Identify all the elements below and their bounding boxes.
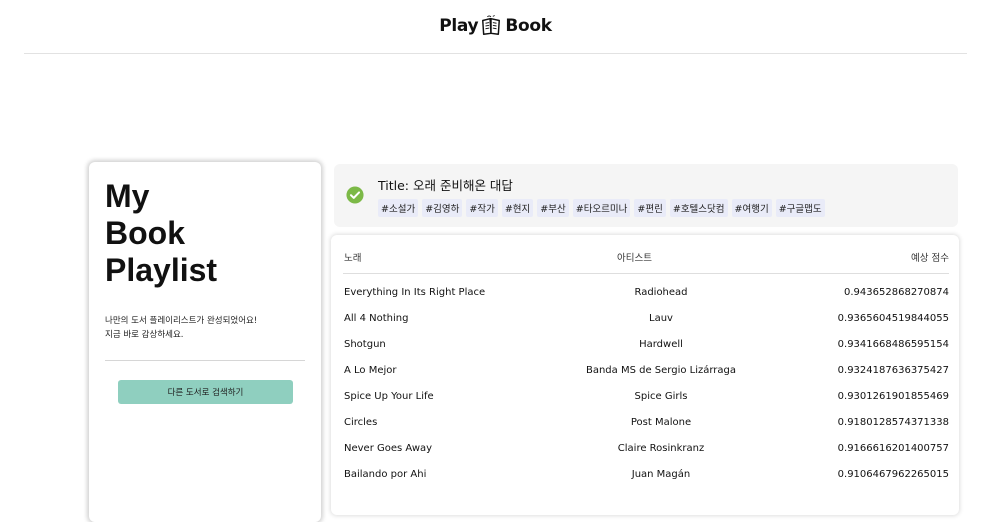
logo-text-book: Book <box>505 15 552 36</box>
tag: #타오르미나 <box>572 199 631 217</box>
score-cell: 0.9180128574371338 <box>837 417 949 428</box>
artist-cell: Radiohead <box>634 287 688 298</box>
tag: #김영하 <box>422 199 463 217</box>
playlist-summary-card: My Book Playlist 나만의 도서 플레이리스트가 완성되었어요! … <box>89 162 321 522</box>
tag: #작가 <box>466 199 498 217</box>
song-cell: Everything In Its Right Place <box>344 287 486 298</box>
tag: #호텔스닷컴 <box>669 199 728 217</box>
tag: #구글맵도 <box>775 199 825 217</box>
playlist-description: 나만의 도서 플레이리스트가 완성되었어요! 지금 바로 감상하세요. <box>105 316 258 340</box>
song-cell: Spice Up Your Life <box>344 391 434 402</box>
search-other-book-button[interactable]: 다른 도서로 검색하기 <box>118 380 293 404</box>
table-row[interactable]: All 4 Nothing Lauv 0.9365604519844055 <box>331 313 959 339</box>
score-cell: 0.9301261901855469 <box>837 391 949 402</box>
tag: #현지 <box>501 199 534 217</box>
score-cell: 0.9341668486595154 <box>837 339 949 350</box>
song-cell: Shotgun <box>344 339 386 350</box>
table-row[interactable]: Never Goes Away Claire Rosinkranz 0.9166… <box>331 443 959 469</box>
check-circle-icon <box>346 186 364 204</box>
tag: #여행기 <box>731 199 772 217</box>
logo-text-play: Play <box>439 15 479 36</box>
column-header-song: 노래 <box>344 253 362 264</box>
table-header-divider <box>343 273 949 274</box>
song-cell: A Lo Mejor <box>344 365 397 376</box>
score-cell: 0.9166616201400757 <box>837 443 949 454</box>
divider <box>105 360 305 361</box>
score-cell: 0.9106467962265015 <box>837 469 949 480</box>
artist-cell: Spice Girls <box>634 391 688 402</box>
score-cell: 0.943652868270874 <box>844 287 949 298</box>
table-row[interactable]: Bailando por Ahi Juan Magán 0.9106467962… <box>331 469 959 495</box>
site-header: Play Book <box>24 0 967 54</box>
score-cell: 0.9365604519844055 <box>837 313 949 324</box>
table-row[interactable]: Spice Up Your Life Spice Girls 0.9301261… <box>331 391 959 417</box>
book-title: Title: 오래 준비해온 대답 <box>378 178 513 193</box>
artist-cell: Claire Rosinkranz <box>617 443 705 454</box>
table-row[interactable]: Circles Post Malone 0.9180128574371338 <box>331 417 959 443</box>
page-title: My Book Playlist <box>105 178 218 288</box>
column-header-artist: 아티스트 <box>617 253 652 264</box>
book-icon <box>482 14 501 35</box>
artist-cell: Banda MS de Sergio Lizárraga <box>585 365 737 376</box>
song-cell: Never Goes Away <box>344 443 433 454</box>
song-cell: Bailando por Ahi <box>344 469 427 480</box>
artist-cell: Hardwell <box>639 339 683 350</box>
tag: #소설가 <box>378 199 419 217</box>
artist-cell: Juan Magán <box>631 469 691 480</box>
table-row[interactable]: A Lo Mejor Banda MS de Sergio Lizárraga … <box>331 365 959 391</box>
score-cell: 0.9324187636375427 <box>837 365 949 376</box>
artist-cell: Post Malone <box>630 417 692 428</box>
tag: #편린 <box>634 199 666 217</box>
site-logo[interactable]: Play Book <box>439 14 552 39</box>
table-row[interactable]: Everything In Its Right Place Radiohead … <box>331 287 959 313</box>
playlist-table: 노래 아티스트 예상 점수 Everything In Its Right Pl… <box>331 235 959 515</box>
song-cell: Circles <box>344 417 378 428</box>
table-row[interactable]: Shotgun Hardwell 0.9341668486595154 <box>331 339 959 365</box>
artist-cell: Lauv <box>649 313 673 324</box>
column-header-score: 예상 점수 <box>911 253 949 264</box>
tag-list: #소설가 #김영하 #작가 #현지 #부산 #타오르미나 #편린 #호텔스닷컴 … <box>378 199 825 217</box>
tag: #부산 <box>537 199 569 217</box>
song-cell: All 4 Nothing <box>344 313 409 324</box>
book-info-box: Title: 오래 준비해온 대답 #소설가 #김영하 #작가 #현지 #부산 … <box>334 164 958 227</box>
